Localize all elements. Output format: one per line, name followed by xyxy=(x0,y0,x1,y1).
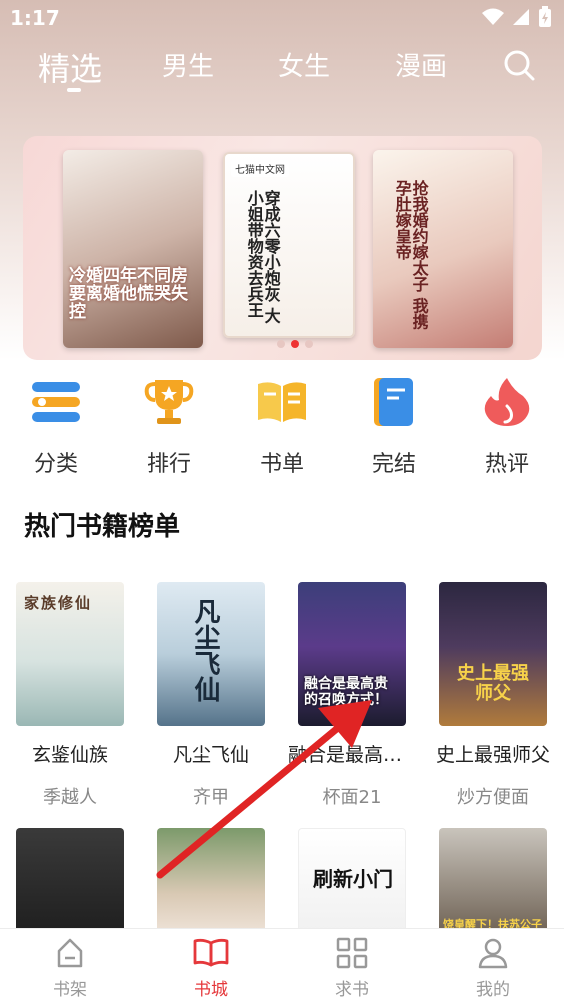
flame-icon xyxy=(484,378,530,426)
book-cover[interactable]: 刷新小门 xyxy=(298,828,406,938)
book-item[interactable]: 家族修仙 玄鉴仙族 季越人 xyxy=(6,582,134,809)
tabbar-label: 书城 xyxy=(194,980,228,1000)
tab-male[interactable]: 男生 xyxy=(162,46,214,83)
book-title: 凡尘飞仙 xyxy=(172,744,249,766)
banner-book-cover[interactable]: 抢我婚约嫁太子 我携孕肚嫁皇帝 xyxy=(373,150,513,348)
book-cover[interactable]: 家族修仙 xyxy=(16,582,124,726)
book-author: 炒方便面 xyxy=(457,787,529,808)
bookshelf-icon xyxy=(57,938,83,968)
cover-text: 史上最强师父 xyxy=(457,663,529,704)
cover-text: 家族修仙 xyxy=(24,594,93,612)
carousel-dot xyxy=(277,340,285,348)
wifi-icon xyxy=(482,8,504,25)
book-item[interactable]: 史上最强师父 史上最强师父 炒方便面 xyxy=(429,582,557,809)
tabbar-request-book[interactable]: 求书 xyxy=(312,937,392,1000)
tab-indicator xyxy=(67,88,81,92)
list-icon xyxy=(32,382,80,422)
book-cover[interactable]: 融合是最高贵的召唤方式！ xyxy=(298,582,406,726)
category-label: 书单 xyxy=(259,452,304,477)
carousel-dot-active xyxy=(291,340,299,348)
tab-comics[interactable]: 漫画 xyxy=(395,46,447,83)
category-label: 排行 xyxy=(146,452,191,477)
book-author: 季越人 xyxy=(43,787,97,808)
book-title: 史上最强师父 xyxy=(435,744,550,766)
battery-icon xyxy=(539,6,551,27)
book-title: 玄鉴仙族 xyxy=(31,744,108,766)
book-item[interactable]: 融合是最高贵的召唤方式！ 融合是最高贵… 杯面21 xyxy=(288,582,416,809)
category-row: 分类 排行 书单 完结 热评 xyxy=(0,376,564,478)
banner-carousel[interactable]: 冷婚四年不同房 要离婚他慌哭失控 七猫中文网 穿成六零小炮灰 大小姐带物资去兵王… xyxy=(23,136,542,360)
grid-icon xyxy=(336,937,368,969)
banner-book-cover[interactable]: 冷婚四年不同房 要离婚他慌哭失控 xyxy=(63,150,203,348)
category-label: 分类 xyxy=(33,452,78,477)
banner-cover-title: 穿成六零小炮灰 大小姐带物资去兵王 xyxy=(244,190,281,324)
notebook-icon xyxy=(374,378,413,426)
tabbar-label: 我的 xyxy=(476,980,510,1000)
category-label: 完结 xyxy=(371,452,416,477)
top-nav: 精选 男生 女生 漫画 xyxy=(0,44,564,104)
book-cover[interactable]: 史上最强师父 xyxy=(439,582,547,726)
trophy-icon xyxy=(144,380,194,424)
tabbar-bookstore[interactable]: 书城 xyxy=(171,937,251,1000)
book-title: 融合是最高贵… xyxy=(288,744,416,766)
book-cover[interactable]: 饶皇醒下！扶苏公子他 xyxy=(439,828,547,938)
category-label: 热评 xyxy=(484,452,529,477)
book-item[interactable]: 凡尘飞仙 凡尘飞仙 齐甲 xyxy=(147,582,275,809)
status-time: 1:17 xyxy=(10,6,60,30)
tabbar-label: 求书 xyxy=(335,980,369,1000)
book-cover[interactable]: 凡尘飞仙 xyxy=(157,582,265,726)
bottom-tab-bar: 书架 书城 求书 我的 xyxy=(0,928,564,1004)
book-author: 杯面21 xyxy=(322,787,382,808)
brand-tag: 七猫中文网 xyxy=(231,160,289,177)
category-booklist[interactable]: 书单 xyxy=(237,376,327,478)
search-icon[interactable] xyxy=(502,48,536,82)
tabbar-label: 书架 xyxy=(53,980,87,1000)
tabbar-bookshelf[interactable]: 书架 xyxy=(30,937,110,1000)
user-icon xyxy=(478,938,508,969)
carousel-dot xyxy=(305,340,313,348)
book-cover[interactable] xyxy=(16,828,124,938)
tab-female[interactable]: 女生 xyxy=(278,46,330,83)
cover-text: 刷新小门 xyxy=(313,867,393,891)
banner-cover-title: 抢我婚约嫁太子 我携孕肚嫁皇帝 xyxy=(392,180,429,330)
tab-featured[interactable]: 精选 xyxy=(38,44,102,90)
book-cover[interactable] xyxy=(157,828,265,938)
status-icons xyxy=(482,6,552,28)
signal-icon xyxy=(513,9,529,25)
cover-text: 凡尘飞仙 xyxy=(190,598,220,702)
section-title: 热门书籍榜单 xyxy=(24,512,181,542)
category-ranking[interactable]: 排行 xyxy=(124,376,214,478)
banner-cover-title: 冷婚四年不同房 要离婚他慌哭失控 xyxy=(69,266,188,323)
book-author: 齐甲 xyxy=(193,787,229,808)
open-book-icon xyxy=(193,938,229,967)
cover-text: 融合是最高贵的召唤方式！ xyxy=(304,676,388,709)
banner-book-cover[interactable]: 七猫中文网 穿成六零小炮灰 大小姐带物资去兵王 xyxy=(223,152,355,338)
status-bar: 1:17 xyxy=(0,0,564,38)
carousel-dots xyxy=(277,340,313,348)
category-hot-reviews[interactable]: 热评 xyxy=(462,376,552,478)
category-classify[interactable]: 分类 xyxy=(11,376,101,478)
category-finished[interactable]: 完结 xyxy=(349,376,439,478)
book-open-icon xyxy=(258,382,306,422)
tabbar-mine[interactable]: 我的 xyxy=(453,937,533,1000)
